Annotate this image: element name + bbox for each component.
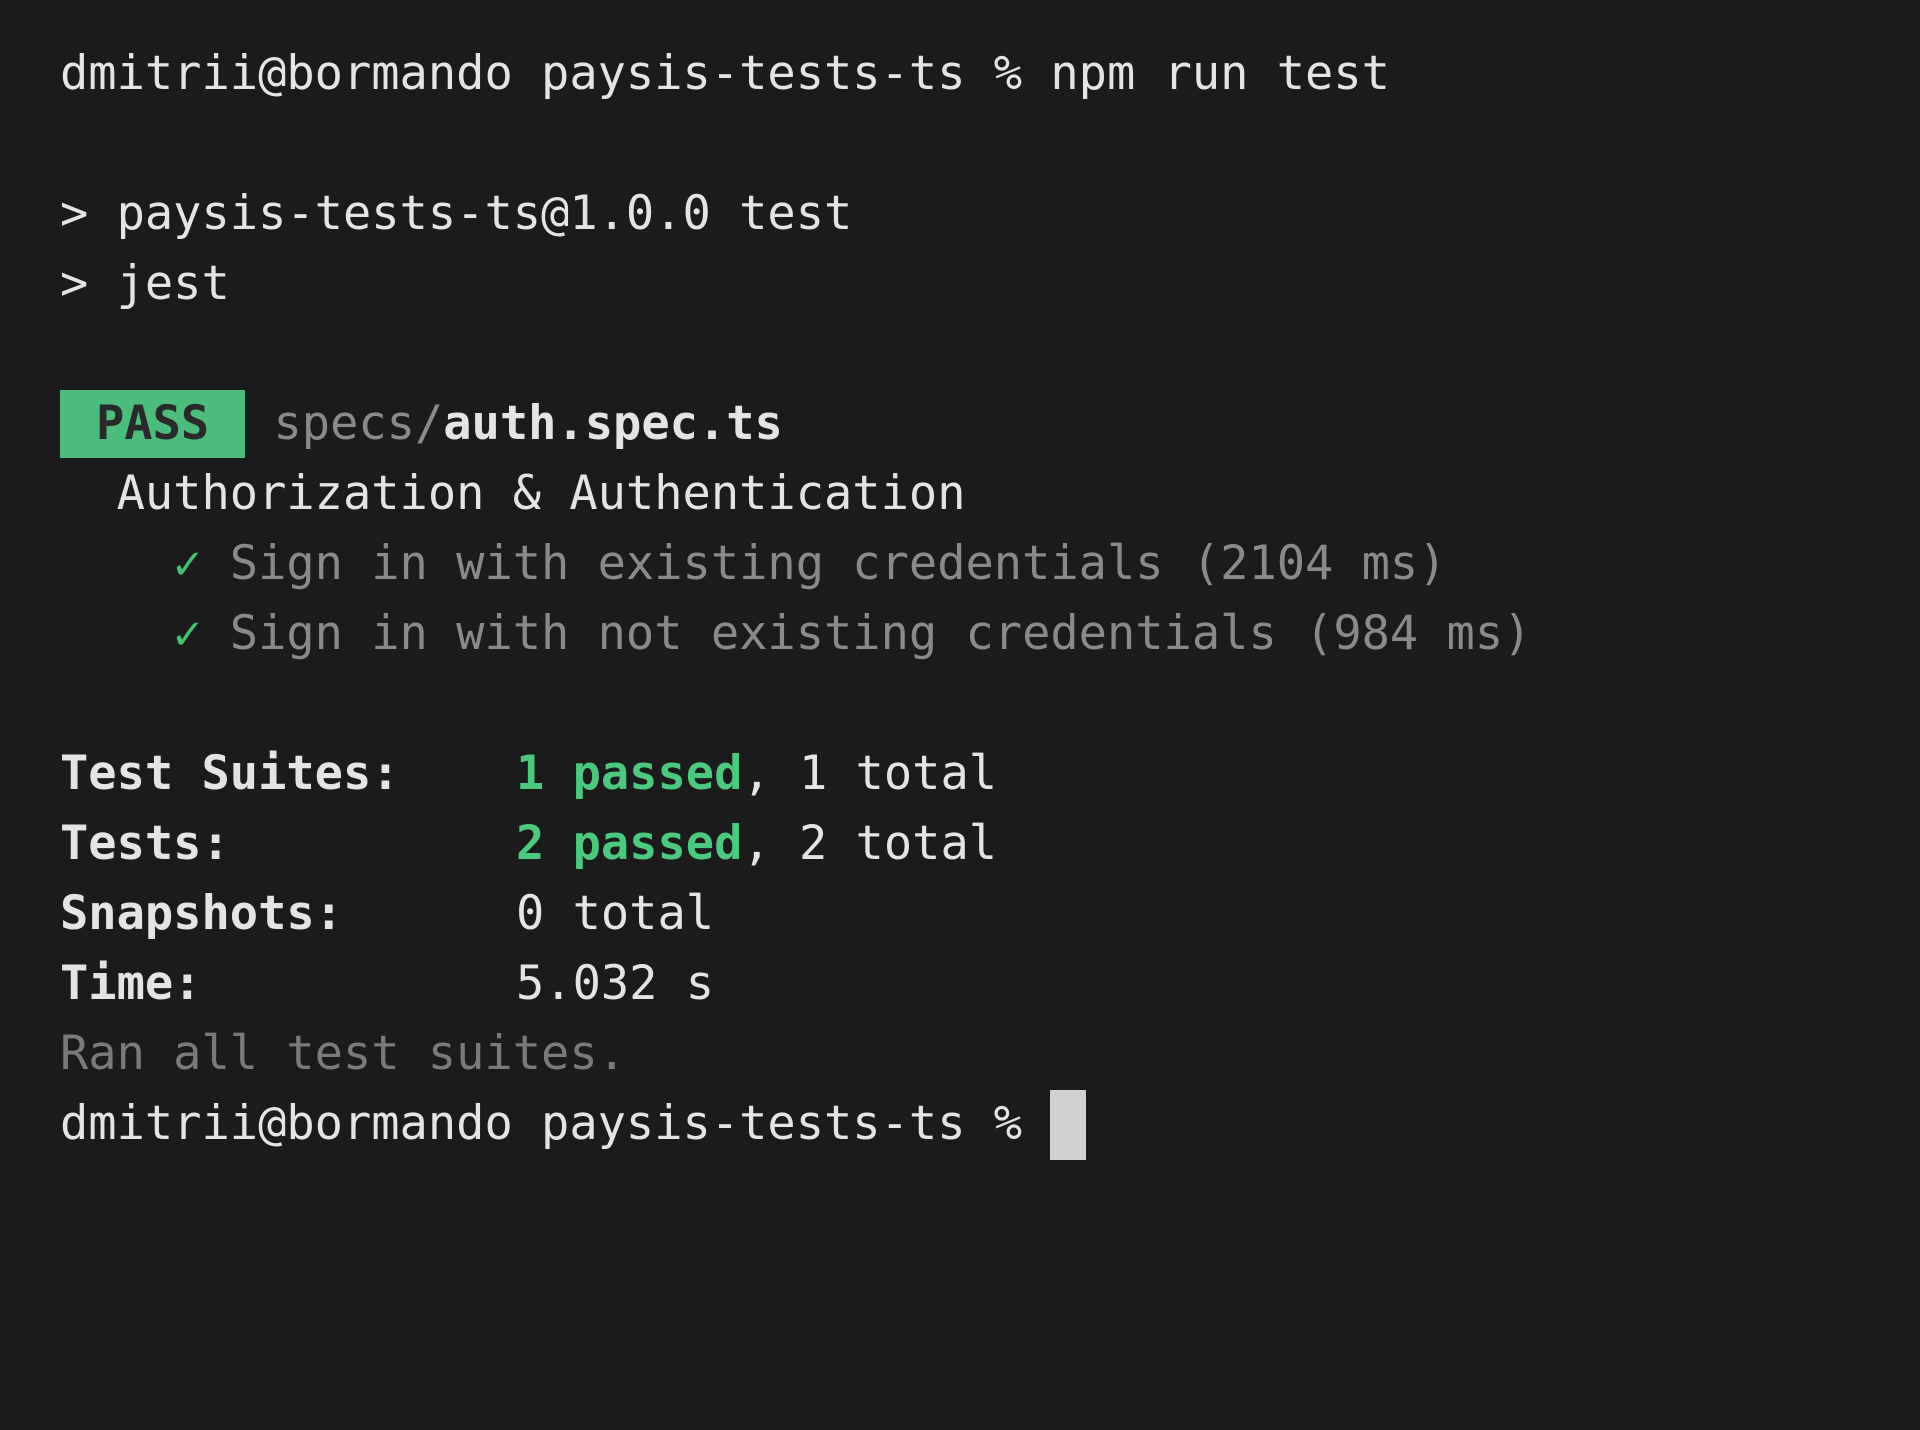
summary-total: , 2 total [742, 816, 998, 871]
prompt-user-host: dmitrii@bormando [60, 46, 513, 101]
terminal-window[interactable]: dmitrii@bormando paysis-tests-ts % npm r… [0, 0, 1920, 1194]
prompt-user-host: dmitrii@bormando [60, 1096, 513, 1151]
check-icon: ✓ [173, 606, 202, 661]
test-file-dir: specs/ [273, 396, 444, 451]
test-case-duration: (984 ms) [1305, 606, 1532, 661]
describe-block: Authorization & Authentication [60, 464, 966, 524]
status-badge: PASS [60, 390, 246, 458]
summary-total: , 1 total [742, 746, 998, 801]
summary-label: Time: [60, 956, 202, 1011]
summary-time: Time: 5.032 s [60, 954, 714, 1014]
test-file-result: PASS specs/auth.spec.ts [60, 390, 783, 458]
prompt-cwd: paysis-tests-ts [541, 1096, 966, 1151]
summary-passed: 2 passed [516, 816, 743, 871]
command-text: npm run test [1050, 46, 1390, 101]
summary-label: Tests: [60, 816, 230, 871]
summary-test-suites: Test Suites: 1 passed, 1 total [60, 744, 997, 804]
summary-total: 5.032 s [516, 956, 715, 1011]
describe-title: Authorization & Authentication [116, 466, 966, 521]
prompt-line[interactable]: dmitrii@bormando paysis-tests-ts % [60, 1090, 1087, 1160]
script-header-line: > jest [60, 256, 230, 311]
text-cursor[interactable] [1050, 1090, 1087, 1160]
summary-tests: Tests: 2 passed, 2 total [60, 814, 997, 874]
footer-message: Ran all test suites. [60, 1026, 626, 1081]
summary-snapshots: Snapshots: 0 total [60, 884, 714, 944]
test-case: ✓ Sign in with not existing credentials … [60, 604, 1531, 664]
summary-total: 0 total [516, 886, 715, 941]
check-icon: ✓ [173, 536, 202, 591]
prompt-symbol: % [993, 46, 1023, 101]
prompt-line: dmitrii@bormando paysis-tests-ts % npm r… [60, 44, 1390, 104]
prompt-cwd: paysis-tests-ts [541, 46, 966, 101]
summary-label: Snapshots: [60, 886, 343, 941]
test-case-name: Sign in with not existing credentials [229, 606, 1277, 661]
test-case: ✓ Sign in with existing credentials (210… [60, 534, 1447, 594]
test-file-name: auth.spec.ts [443, 396, 783, 451]
script-header-line: > paysis-tests-ts@1.0.0 test [60, 186, 853, 241]
prompt-symbol: % [993, 1096, 1023, 1151]
test-case-duration: (2104 ms) [1191, 536, 1447, 591]
summary-passed: 1 passed [516, 746, 743, 801]
test-case-name: Sign in with existing credentials [229, 536, 1164, 591]
summary-label: Test Suites: [60, 746, 400, 801]
